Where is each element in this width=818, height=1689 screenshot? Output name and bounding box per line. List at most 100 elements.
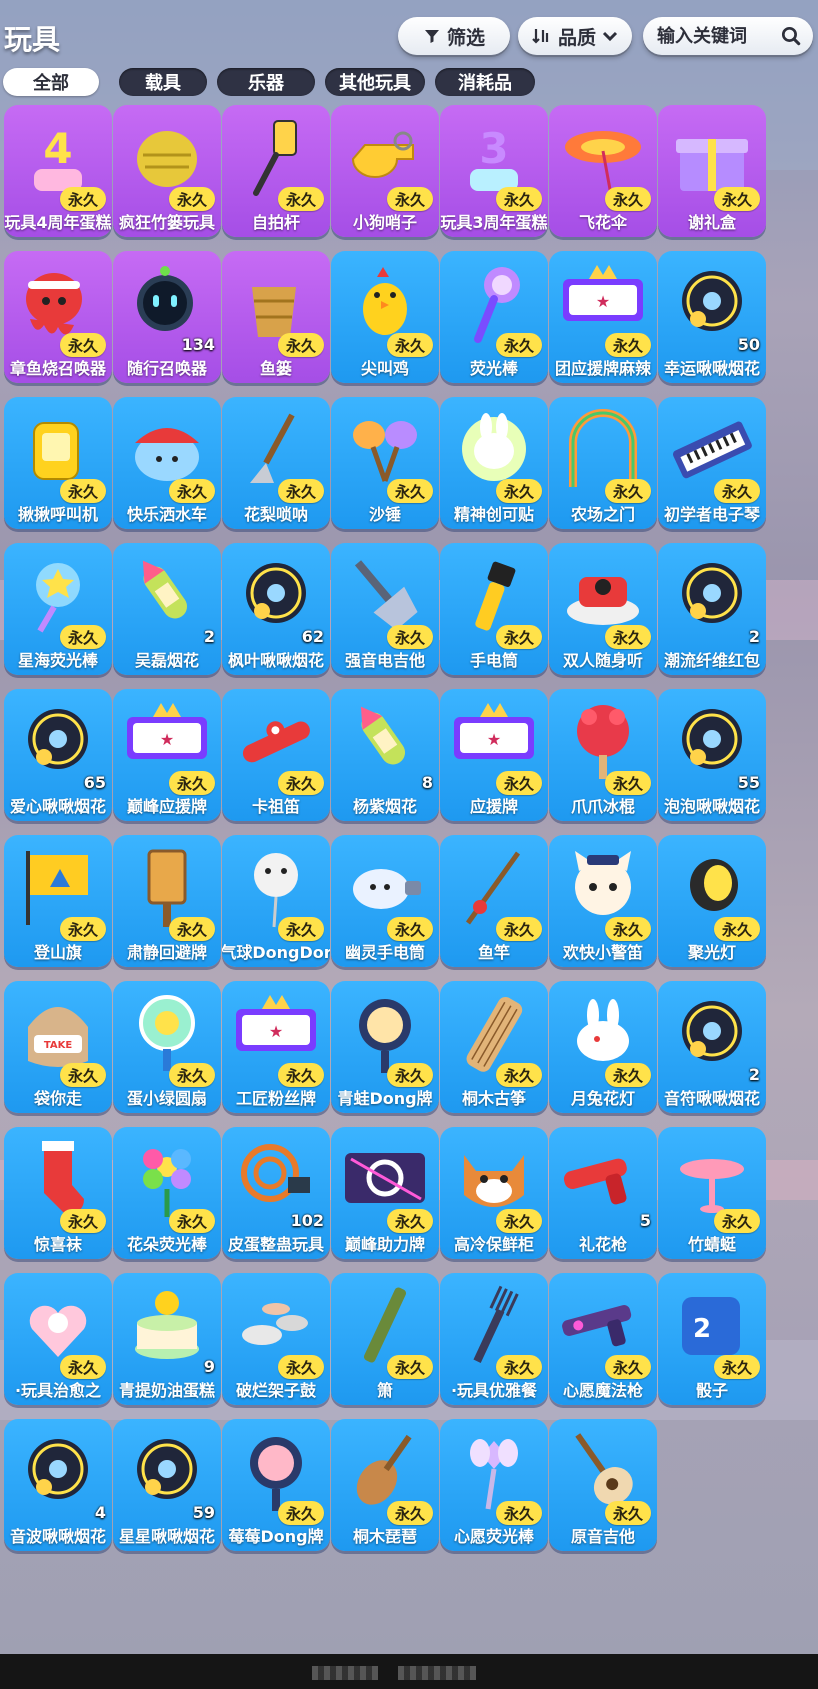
- item-name: 随行召唤器: [126, 359, 207, 378]
- svg-text:2: 2: [693, 1314, 711, 1344]
- item-card[interactable]: ★ 永久 应援牌: [440, 689, 548, 821]
- item-card[interactable]: 2 音符啾啾烟花: [658, 981, 766, 1113]
- item-name: 心愿荧光棒: [453, 1527, 534, 1546]
- item-card[interactable]: 永久 惊喜袜: [4, 1127, 112, 1259]
- tab-instruments[interactable]: 乐器: [217, 68, 315, 96]
- item-card[interactable]: 永久 自拍杆: [222, 105, 330, 237]
- item-card[interactable]: 8 杨紫烟花: [331, 689, 439, 821]
- item-card[interactable]: 永久 谢礼盒: [658, 105, 766, 237]
- item-card[interactable]: 永久 爪爪冰棍: [549, 689, 657, 821]
- item-card[interactable]: 永久 双人随身听: [549, 543, 657, 675]
- item-card[interactable]: 永久 花朵荧光棒: [113, 1127, 221, 1259]
- item-card[interactable]: 永久 月兔花灯: [549, 981, 657, 1113]
- item-card[interactable]: 永久 桐木古筝: [440, 981, 548, 1113]
- item-card[interactable]: 永久 桐木琵琶: [331, 1419, 439, 1551]
- item-card[interactable]: 4 音波啾啾烟花: [4, 1419, 112, 1551]
- item-name: 枫叶啾啾烟花: [227, 651, 324, 670]
- item-card[interactable]: 永久 莓莓Dong牌: [222, 1419, 330, 1551]
- item-card[interactable]: 9 青提奶油蛋糕: [113, 1273, 221, 1405]
- quality-dropdown[interactable]: 品质: [518, 17, 632, 55]
- item-name: 团应援牌麻辣: [554, 359, 651, 378]
- item-card[interactable]: 永久 花梨唢呐: [222, 397, 330, 529]
- filter-button[interactable]: 筛选: [398, 17, 510, 55]
- item-card[interactable]: ★ 永久 巅峰应援牌: [113, 689, 221, 821]
- item-card[interactable]: 永久 原音吉他: [549, 1419, 657, 1551]
- search-icon[interactable]: [781, 23, 801, 49]
- item-name: 卡祖笛: [251, 797, 300, 816]
- item-card[interactable]: 永久 破烂架子鼓: [222, 1273, 330, 1405]
- item-card[interactable]: 永久 快乐洒水车: [113, 397, 221, 529]
- item-card[interactable]: 4 永久 玩具4周年蛋糕: [4, 105, 112, 237]
- item-card[interactable]: 永久 欢快小警笛: [549, 835, 657, 967]
- item-card[interactable]: 永久 荧光棒: [440, 251, 548, 383]
- item-card[interactable]: 62 枫叶啾啾烟花: [222, 543, 330, 675]
- tab-consumables[interactable]: 消耗品: [435, 68, 535, 96]
- item-card[interactable]: 永久 初学者电子琴: [658, 397, 766, 529]
- item-card[interactable]: 永久 小狗哨子: [331, 105, 439, 237]
- item-card[interactable]: 永久 卡祖笛: [222, 689, 330, 821]
- permanent-badge: 永久: [604, 1501, 651, 1525]
- item-name: 皮蛋整蛊玩具: [227, 1235, 324, 1254]
- item-name: 聚光灯: [687, 943, 736, 962]
- permanent-badge: 永久: [386, 1501, 433, 1525]
- item-card[interactable]: 59 星星啾啾烟花: [113, 1419, 221, 1551]
- item-card[interactable]: 永久 手电筒: [440, 543, 548, 675]
- item-name: 飞花伞: [578, 213, 627, 232]
- item-card[interactable]: 55 泡泡啾啾烟花: [658, 689, 766, 821]
- item-card[interactable]: 3 永久 玩具3周年蛋糕: [440, 105, 548, 237]
- blurred-text: [398, 1666, 476, 1680]
- item-name: 箫: [376, 1381, 393, 1400]
- item-card[interactable]: 2 潮流纤维红包: [658, 543, 766, 675]
- item-card[interactable]: 永久 飞花伞: [549, 105, 657, 237]
- item-card[interactable]: 永久 鱼竿: [440, 835, 548, 967]
- tab-all[interactable]: 全部: [3, 68, 99, 96]
- item-card[interactable]: TAKE 永久 袋你走: [4, 981, 112, 1113]
- item-card[interactable]: 永久 星海荧光棒: [4, 543, 112, 675]
- item-card[interactable]: 2 永久 骰子: [658, 1273, 766, 1405]
- tab-vehicles[interactable]: 载具: [119, 68, 207, 96]
- firework-icon: [658, 549, 766, 639]
- item-card[interactable]: 134 随行召唤器: [113, 251, 221, 383]
- item-card[interactable]: 永久 心愿魔法枪: [549, 1273, 657, 1405]
- item-card[interactable]: ★ 永久 团应援牌麻辣: [549, 251, 657, 383]
- permanent-badge: 永久: [604, 479, 651, 503]
- item-card[interactable]: 永久 聚光灯: [658, 835, 766, 967]
- item-card[interactable]: 永久 肃静回避牌: [113, 835, 221, 967]
- item-card[interactable]: 永久 ·玩具治愈之: [4, 1273, 112, 1405]
- item-card[interactable]: 永久 蛋小绿圆扇: [113, 981, 221, 1113]
- item-name: 杨紫烟花: [352, 797, 417, 816]
- item-card[interactable]: 永久 尖叫鸡: [331, 251, 439, 383]
- quality-label: 品质: [557, 26, 596, 49]
- item-card[interactable]: 永久 章鱼烧召唤器: [4, 251, 112, 383]
- item-card[interactable]: 永久 气球DongDor: [222, 835, 330, 967]
- item-name: 农场之门: [570, 505, 635, 524]
- item-card[interactable]: 永久 竹蜻蜓: [658, 1127, 766, 1259]
- item-card[interactable]: 102 皮蛋整蛊玩具: [222, 1127, 330, 1259]
- item-card[interactable]: 永久 幽灵手电筒: [331, 835, 439, 967]
- item-card[interactable]: 2 吴磊烟花: [113, 543, 221, 675]
- item-name: 强音电吉他: [344, 651, 425, 670]
- item-card[interactable]: 永久 鱼篓: [222, 251, 330, 383]
- item-card[interactable]: 永久箫: [331, 1273, 439, 1405]
- item-name: 鱼竿: [477, 943, 510, 962]
- rocket-icon: [331, 695, 439, 785]
- item-name: 吴磊烟花: [134, 651, 199, 670]
- item-card[interactable]: 永久 登山旗: [4, 835, 112, 967]
- item-card[interactable]: 永久 强音电吉他: [331, 543, 439, 675]
- item-card[interactable]: 永久 沙锤: [331, 397, 439, 529]
- item-card[interactable]: 65 爱心啾啾烟花: [4, 689, 112, 821]
- item-card[interactable]: 永久 精神创可贴: [440, 397, 548, 529]
- item-card[interactable]: 50 幸运啾啾烟花: [658, 251, 766, 383]
- item-card[interactable]: 5 礼花枪: [549, 1127, 657, 1259]
- item-card[interactable]: 永久 揪揪呼叫机: [4, 397, 112, 529]
- item-card[interactable]: 永久 巅峰助力牌: [331, 1127, 439, 1259]
- item-card[interactable]: ★ 永久 工匠粉丝牌: [222, 981, 330, 1113]
- item-card[interactable]: 永久农场之门: [549, 397, 657, 529]
- item-card[interactable]: 永久 心愿荧光棒: [440, 1419, 548, 1551]
- item-card[interactable]: 永久 高冷保鲜柜: [440, 1127, 548, 1259]
- item-card[interactable]: 永久 ·玩具优雅餐: [440, 1273, 548, 1405]
- item-card[interactable]: 永久 疯狂竹篓玩具: [113, 105, 221, 237]
- item-card[interactable]: 永久 青蛙Dong牌: [331, 981, 439, 1113]
- search-input[interactable]: [655, 24, 775, 48]
- tab-other-toys[interactable]: 其他玩具: [325, 68, 425, 96]
